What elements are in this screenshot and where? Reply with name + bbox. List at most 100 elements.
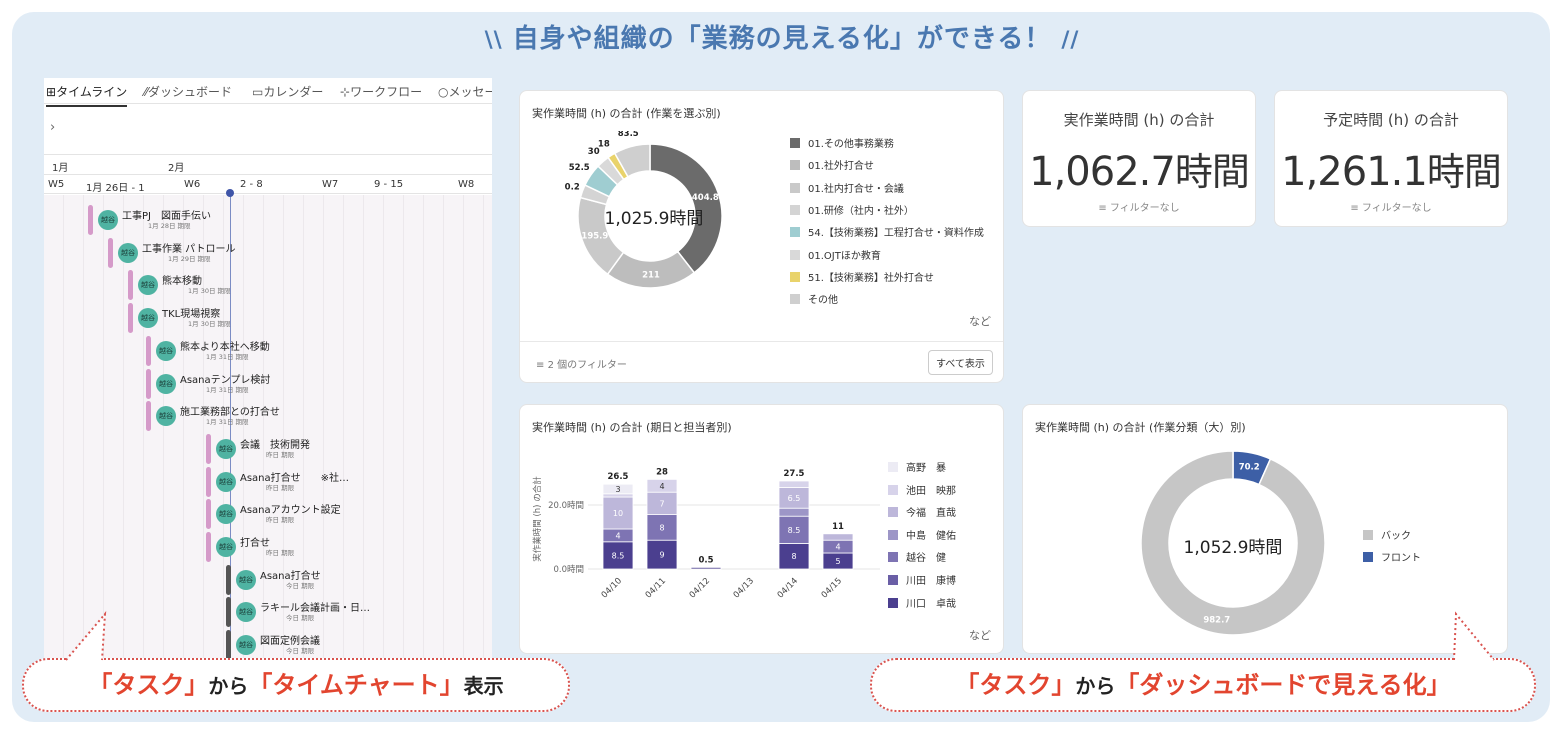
month-row: 1月 2月: [44, 154, 492, 174]
task-bar[interactable]: [206, 433, 211, 464]
timeline-task[interactable]: 越谷 打合せ 昨日 期限: [206, 532, 446, 564]
timeline-task[interactable]: 越谷 Asana打合せ ※社… 昨日 期限: [206, 466, 446, 499]
legend-label: バック: [1381, 531, 1411, 542]
task-bar[interactable]: [146, 335, 151, 366]
bar-total-label: 27.5: [784, 469, 805, 479]
timeline-task[interactable]: 越谷 Asanaテンプレ検討 1月 31日 期限: [146, 368, 386, 401]
week-label: W7: [322, 179, 339, 190]
slice-value-label: 30.2: [565, 182, 580, 192]
avatar: 越谷: [236, 635, 256, 656]
legend-swatch: [790, 271, 800, 282]
today-marker: [226, 189, 234, 197]
timeline-task[interactable]: 越谷 TKL現場視察 1月 30日 期限: [128, 303, 368, 335]
donut-center-total: 1,025.9時間: [604, 209, 704, 229]
legend-label: 越谷 健: [906, 553, 946, 565]
segment-value-label: 6.5: [788, 494, 801, 503]
task-due: 1月 28日 期限: [148, 222, 191, 230]
filter-icon: ≡: [1098, 203, 1110, 214]
kpi-card-actual: 実作業時間 (h) の合計 1,062.7時間 ≡ フィルターなし: [1022, 90, 1256, 227]
week-label: 9 - 15: [374, 179, 404, 190]
y-tick-label: 20.0時間: [548, 501, 584, 511]
expand-chevron-icon[interactable]: ›: [50, 120, 55, 135]
show-all-button[interactable]: すべて表示: [928, 350, 993, 375]
slash-decoration-right: //: [1061, 28, 1080, 53]
tab-workflow[interactable]: ⊹ワークフロー: [340, 83, 422, 100]
filter-icon: ≡: [536, 360, 548, 371]
slice-value-label: 404.8: [692, 193, 719, 203]
segment-value-label: 8: [791, 552, 796, 561]
task-bar[interactable]: [128, 303, 133, 334]
task-bar[interactable]: [146, 401, 151, 432]
filter-count[interactable]: ≡ 2 個のフィルター: [536, 356, 627, 371]
x-tick-label: 04/11: [644, 576, 668, 600]
bar-total-label: 28: [656, 467, 668, 477]
timeline-task[interactable]: 越谷 熊本移動 1月 30日 期限: [128, 270, 368, 302]
timeline-task[interactable]: 越谷 ラキール会議計画・日… 今日 期限: [226, 597, 466, 629]
legend-label: 川口 卓哉: [906, 598, 956, 610]
tab-calendar[interactable]: ▭カレンダー: [252, 83, 323, 100]
avatar: 越谷: [138, 308, 158, 329]
timeline-task[interactable]: 越谷 Asanaアカウント設定 昨日 期限: [206, 499, 446, 531]
legend-swatch: [888, 575, 898, 585]
bar-segment[interactable]: [778, 480, 810, 488]
timeline-task[interactable]: 越谷 熊本より本社へ移動 1月 31日 期限: [146, 335, 386, 368]
timeline-task[interactable]: 越谷 工事作業 パトロール 1月 29日 期限: [108, 237, 348, 270]
legend-item: 越谷 健: [888, 549, 946, 564]
legend-swatch: [790, 138, 800, 148]
legend-label: 01.その他事務業務: [808, 139, 894, 150]
task-due: 昨日 期限: [266, 450, 295, 459]
bar-segment[interactable]: [602, 493, 634, 498]
project-tabs: ⊞タイムライン ⁄⁄ダッシュボード ▭カレンダー ⊹ワークフロー ○メッセー: [44, 78, 492, 107]
task-bar[interactable]: [146, 368, 151, 399]
segment-value-label: 8.5: [788, 526, 801, 535]
task-bar[interactable]: [226, 564, 231, 595]
page-title: \\ 自身や組織の「業務の見える化」ができる！//: [484, 24, 1080, 54]
slice-value-label: 52.5: [569, 163, 590, 173]
legend-label: 01.社外打合せ: [808, 161, 874, 173]
legend-item: 01.研修（社内・社外）: [790, 202, 914, 217]
task-bar[interactable]: [108, 237, 113, 268]
timeline-task[interactable]: 越谷 Asana打合せ 今日 期限: [226, 564, 466, 597]
tab-messages[interactable]: ○メッセー: [438, 83, 492, 100]
task-bar[interactable]: [128, 270, 133, 301]
timeline-icon: ⊞: [46, 85, 57, 99]
legend-item: 01.OJTほか教育: [790, 247, 881, 262]
timeline-task[interactable]: 越谷 図面定例会議 今日 期限: [226, 630, 466, 658]
x-tick-label: 04/13: [732, 576, 756, 600]
kpi-value: 1,062.7時間: [1029, 149, 1250, 195]
bar-chart-card: 実作業時間 (h) の合計 (期日と担当者別) 0.0時間 20.0時間 実作業時間…: [519, 404, 1004, 654]
legend-label: 54.【技術業務】工程打合せ・資料作成: [808, 228, 984, 240]
x-tick-label: 04/12: [688, 576, 712, 600]
legend-item: 高野 暴: [888, 459, 946, 474]
segment-value-label: 10: [613, 509, 623, 518]
segment-value-label: 9: [659, 551, 664, 560]
kpi-value: 1,261.1時間: [1281, 149, 1502, 195]
bar-total-label: 11: [832, 522, 844, 532]
y-tick-label: 0.0時間: [553, 565, 584, 575]
legend-swatch: [1363, 552, 1373, 562]
x-tick-label: 04/15: [820, 576, 844, 600]
task-bar[interactable]: [206, 532, 211, 562]
task-bar[interactable]: [226, 597, 231, 628]
bar-segment[interactable]: [822, 533, 854, 541]
bar-segment[interactable]: [690, 567, 722, 570]
avatar: 越谷: [216, 471, 236, 492]
task-bar[interactable]: [206, 466, 211, 497]
legend-label: 51.【技術業務】社外打合せ: [808, 272, 934, 284]
task-bar[interactable]: [88, 205, 93, 235]
bar-total-label: 26.5: [608, 472, 629, 482]
bar-segment[interactable]: [778, 507, 810, 517]
tab-dashboard[interactable]: ⁄⁄ダッシュボード: [144, 83, 232, 100]
avatar: 越谷: [156, 406, 176, 427]
legend-swatch: [888, 552, 898, 563]
timeline-task[interactable]: 越谷 工事PJ 図面手伝い 1月 28日 期限: [88, 205, 328, 237]
timeline-task[interactable]: 越谷 会議 技術開発 昨日 期限: [206, 433, 446, 466]
legend-item: バック: [1363, 527, 1411, 542]
segment-value-label: 8: [659, 523, 664, 532]
task-bar[interactable]: [206, 499, 211, 530]
calendar-icon: ▭: [252, 85, 264, 99]
legend-swatch: [1363, 530, 1373, 540]
timeline-task[interactable]: 越谷 施工業務部との打合せ 1月 31日 期限: [146, 401, 386, 433]
tab-timeline[interactable]: ⊞タイムライン: [46, 83, 128, 107]
task-bar[interactable]: [226, 630, 231, 658]
